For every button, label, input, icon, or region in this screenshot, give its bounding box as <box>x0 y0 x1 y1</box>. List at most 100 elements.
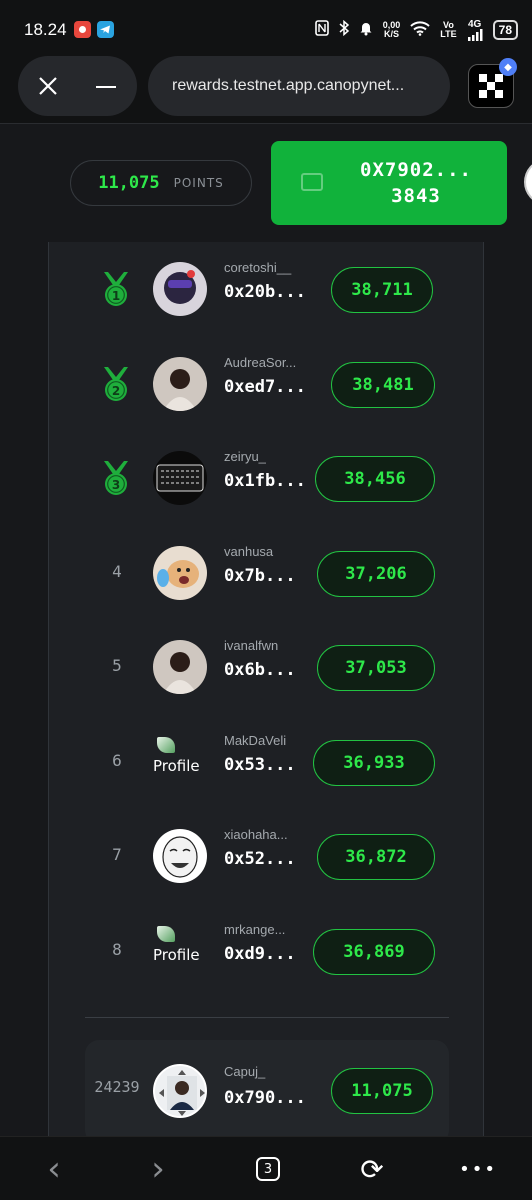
points-value: 11,075 <box>98 173 160 193</box>
rank-number: 5 <box>112 656 122 675</box>
user-avatar[interactable] <box>153 451 207 505</box>
address-bar[interactable]: rewards.testnet.app.canopynet... <box>148 56 450 116</box>
signal-bars-icon <box>467 28 483 41</box>
rank-number: 6 <box>112 751 122 770</box>
net-speed-unit: K/S <box>384 29 400 39</box>
chevron-right-icon: › <box>151 1149 165 1189</box>
score-pill: 36,869 <box>313 929 435 975</box>
leaderboard-row: 3 zeiryu_ 0x1fb... 38,456 <box>49 431 485 525</box>
more-dots-icon: ••• <box>459 1158 497 1180</box>
nfc-icon <box>314 20 329 40</box>
username: AudreaSor... <box>224 355 297 370</box>
wallet-address: 0xed7... <box>224 377 306 397</box>
wallet-address: 0xd9... <box>224 944 296 964</box>
score-pill: 36,933 <box>313 740 435 786</box>
broken-image-icon <box>157 926 175 942</box>
score-pill: 38,711 <box>331 267 433 313</box>
current-user-avatar[interactable] <box>153 1064 207 1118</box>
wallet-address-line1: 0X7902... <box>360 159 472 181</box>
close-tab-button[interactable] <box>34 70 62 102</box>
username: xiaohaha... <box>224 827 288 842</box>
tab-count: 3 <box>256 1157 280 1181</box>
username: ivanalfwn <box>224 638 279 653</box>
broken-image-icon <box>157 737 175 753</box>
minimize-button[interactable] <box>96 86 116 88</box>
user-avatar[interactable] <box>153 357 207 411</box>
leaderboard-row: 2 AudreaSor... 0xed7... 38,481 <box>49 337 485 431</box>
leaderboard-row: 1 coretoshi__ 0x20b... 38,711 <box>49 242 485 336</box>
current-user-score: 11,075 <box>331 1068 433 1114</box>
medal-icon: 3 <box>104 461 128 495</box>
refresh-button[interactable]: ⟳ <box>356 1152 388 1186</box>
medal-icon: 1 <box>104 272 128 306</box>
user-avatar[interactable] <box>153 262 207 316</box>
ethereum-network-icon: ◆ <box>499 58 517 76</box>
medal-rank: 2 <box>112 384 120 398</box>
leaderboard-row: 6 Profile MakDaVeli 0x53... 36,933 <box>49 715 485 809</box>
leaderboard-row: 5 ivanalfwn 0x6b... 37,053 <box>49 620 485 714</box>
leaderboard-row: 4 vanhusa 0x7b... 37,206 <box>49 526 485 620</box>
leaderboard-row: 7 xiaohaha... 0x52... 36,872 <box>49 809 485 903</box>
user-avatar[interactable] <box>153 546 207 600</box>
medal-rank: 1 <box>112 289 120 303</box>
volte-bottom: LTE <box>440 29 457 39</box>
score-pill: 37,206 <box>317 551 435 597</box>
profile-avatar-button[interactable] <box>524 160 532 204</box>
rank-number: 4 <box>112 562 122 581</box>
current-user-address: 0x790... <box>224 1088 306 1108</box>
signal-indicator: 4G <box>467 18 483 41</box>
volte-indicator: Vo LTE <box>440 21 456 39</box>
wifi-icon <box>410 20 430 40</box>
broken-image-alt: Profile <box>153 946 200 964</box>
broken-avatar-image[interactable]: Profile <box>153 924 207 978</box>
net-speed: 0,00 K/S <box>383 21 401 39</box>
user-avatar[interactable] <box>153 640 207 694</box>
status-time: 18.24 <box>24 20 67 39</box>
wallet-address: 0x53... <box>224 755 296 775</box>
score-pill: 38,481 <box>331 362 435 408</box>
forward-button[interactable]: › <box>144 1149 172 1189</box>
current-user-rank: 24239 <box>94 1078 140 1096</box>
mute-icon <box>359 20 373 40</box>
recorder-app-icon <box>74 21 91 38</box>
back-button[interactable]: ‹ <box>40 1149 68 1189</box>
status-right-group: 0,00 K/S Vo LTE 4G 78 <box>314 17 518 43</box>
more-menu-button[interactable]: ••• <box>459 1155 497 1183</box>
username: zeiryu_ <box>224 449 266 464</box>
points-label: POINTS <box>173 176 224 190</box>
signal-label: 4G <box>467 18 482 30</box>
leaderboard-row: 8 Profile mrkange... 0xd9... 36,869 <box>49 904 485 998</box>
score-pill: 36,872 <box>317 834 435 880</box>
battery-indicator: 78 <box>492 20 518 40</box>
current-user-username: Capuj_ <box>224 1064 266 1079</box>
username: MakDaVeli <box>224 733 287 748</box>
rewards-page: 11,075 POINTS 0X7902... 3843 24239 Capuj… <box>0 124 532 1136</box>
wallet-icon <box>301 173 323 191</box>
wallet-button[interactable]: 0X7902... 3843 <box>271 141 507 225</box>
points-counter: 11,075 POINTS <box>70 160 252 206</box>
refresh-icon: ⟳ <box>360 1152 384 1186</box>
score-pill: 37,053 <box>317 645 435 691</box>
medal-icon: 2 <box>104 367 128 401</box>
chevron-left-icon: ‹ <box>47 1149 61 1189</box>
leaderboard-divider <box>85 1017 449 1018</box>
bluetooth-icon <box>339 19 349 40</box>
broken-image-alt: Profile <box>153 757 200 775</box>
username: coretoshi__ <box>224 260 292 275</box>
okx-logo-icon <box>479 74 503 98</box>
score-pill: 38,456 <box>315 456 435 502</box>
browser-bottom-nav: ‹ › 3 ⟳ ••• <box>0 1136 532 1200</box>
wallet-address: 0X7902... 3843 <box>341 157 491 209</box>
wallet-address: 0x52... <box>224 849 296 869</box>
leaderboard: 24239 Capuj_ 0x790... 11,075 1 coretoshi_… <box>48 242 484 1136</box>
username: vanhusa <box>224 544 274 559</box>
rank-number: 8 <box>112 940 122 959</box>
wallet-address: 0x7b... <box>224 566 296 586</box>
wallet-address: 0x20b... <box>224 282 306 302</box>
tabs-button[interactable]: 3 <box>254 1155 282 1183</box>
broken-avatar-image[interactable]: Profile <box>153 735 207 789</box>
wallet-address-line2: 3843 <box>391 185 441 207</box>
user-avatar[interactable] <box>153 829 207 883</box>
username: mrkange... <box>224 922 286 937</box>
wallet-address: 0x1fb... <box>224 471 306 491</box>
